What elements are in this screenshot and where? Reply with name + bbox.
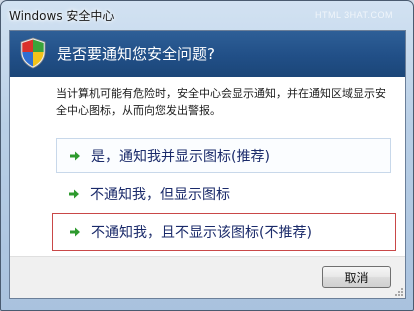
window-title: Windows 安全中心 <box>9 9 115 23</box>
cancel-button[interactable]: 取消 <box>322 266 391 288</box>
dialog-footer: 取消 <box>10 256 405 298</box>
option-no-notify-show-icon[interactable]: 不通知我，但显示图标 <box>56 177 391 211</box>
option-label: 不通知我，且不显示该图标(不推荐) <box>91 225 312 241</box>
dialog-content: 是否要通知您安全问题? 当计算机可能有危险时，安全中心会显示通知，并在通知区域显… <box>9 30 406 299</box>
option-notify-and-show-icon[interactable]: 是，通知我并显示图标(推荐) <box>56 138 391 173</box>
option-label: 是，通知我并显示图标(推荐) <box>91 148 270 165</box>
green-arrow-icon <box>69 189 79 199</box>
shield-icon <box>20 37 46 69</box>
dialog-window: Windows 安全中心 HTML 3HAT.COM 是否要通知您安全问题? 当… <box>0 0 414 311</box>
dialog-header: 是否要通知您安全问题? <box>10 31 405 77</box>
title-bar[interactable]: Windows 安全中心 HTML 3HAT.COM <box>1 1 413 31</box>
option-no-notify-no-icon[interactable]: 不通知我，且不显示该图标(不推荐) <box>52 213 396 251</box>
green-arrow-icon <box>70 151 80 160</box>
watermark: HTML 3HAT.COM <box>314 10 393 20</box>
green-arrow-icon <box>70 227 80 237</box>
dialog-heading: 是否要通知您安全问题? <box>57 45 215 63</box>
resize-grip-icon[interactable] <box>394 287 404 297</box>
option-label: 不通知我，但显示图标 <box>90 187 230 203</box>
description-text: 当计算机可能有危险时，安全中心会显示通知，并在通知区域显示安全中心图标，从而向您… <box>56 87 386 117</box>
